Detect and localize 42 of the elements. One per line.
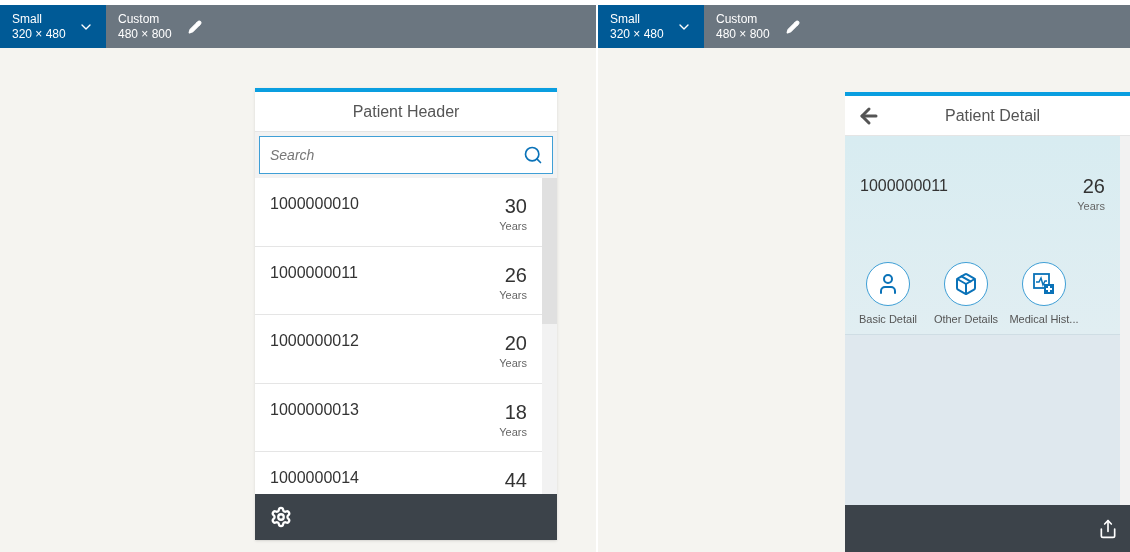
age-unit: Years (499, 356, 527, 371)
device-size-tab[interactable]: Custom 480 × 800 (106, 5, 210, 48)
age-unit: Years (499, 424, 527, 440)
scrollbar[interactable] (542, 178, 557, 494)
device-size-tab[interactable]: Custom 480 × 800 (704, 5, 808, 48)
search-field[interactable]: Search (259, 136, 553, 174)
page-title: Patient Detail (945, 105, 1041, 126)
patient-id: 1000000011 (270, 262, 358, 283)
patient-age: 20 (504, 331, 527, 355)
patient-list-item[interactable]: 1000000012 20 Years (255, 315, 542, 384)
action-tile[interactable]: Basic Detail (852, 261, 924, 327)
patient-age: 26 (504, 262, 527, 287)
patient-age: 30 (504, 194, 527, 218)
patient-list-item[interactable]: 1000000013 18 Years (255, 383, 542, 452)
pencil-icon[interactable] (786, 19, 800, 34)
action-label: Basic Detail (858, 311, 918, 327)
pencil-icon[interactable] (188, 19, 202, 34)
action-tile[interactable]: Other Details (930, 261, 1002, 327)
patient-age: 26 (1082, 174, 1105, 198)
age-unit: Years (499, 219, 527, 234)
age-unit: Years (499, 287, 527, 303)
action-tile[interactable]: Medical Hist... (1008, 261, 1080, 327)
chart-plus-icon (1032, 271, 1056, 296)
device-size-tab[interactable]: Small 320 × 480 (598, 5, 704, 48)
patient-id: 1000000011 (860, 176, 948, 196)
action-label: Medical Hist... (1009, 311, 1079, 327)
patient-id: 1000000010 (270, 194, 359, 214)
patient-list-item[interactable]: 1000000011 26 Years (255, 246, 542, 315)
patient-id: 1000000014 (270, 468, 359, 488)
box-icon (954, 271, 978, 296)
share-icon[interactable] (1098, 518, 1118, 539)
patient-age: 44 (504, 468, 527, 492)
patient-id: 1000000013 (270, 399, 359, 420)
action-label: Other Details (933, 311, 999, 327)
device-size-tab[interactable]: Small 320 × 480 (0, 5, 106, 48)
patient-id: 1000000012 (270, 331, 359, 351)
patient-age: 18 (504, 399, 527, 424)
settings-icon[interactable] (270, 506, 292, 528)
patient-list-item[interactable]: 1000000010 30 Years (255, 178, 542, 247)
search-icon[interactable] (523, 145, 543, 165)
page-title: Patient Header (352, 101, 460, 122)
age-unit: Years (1077, 199, 1105, 214)
